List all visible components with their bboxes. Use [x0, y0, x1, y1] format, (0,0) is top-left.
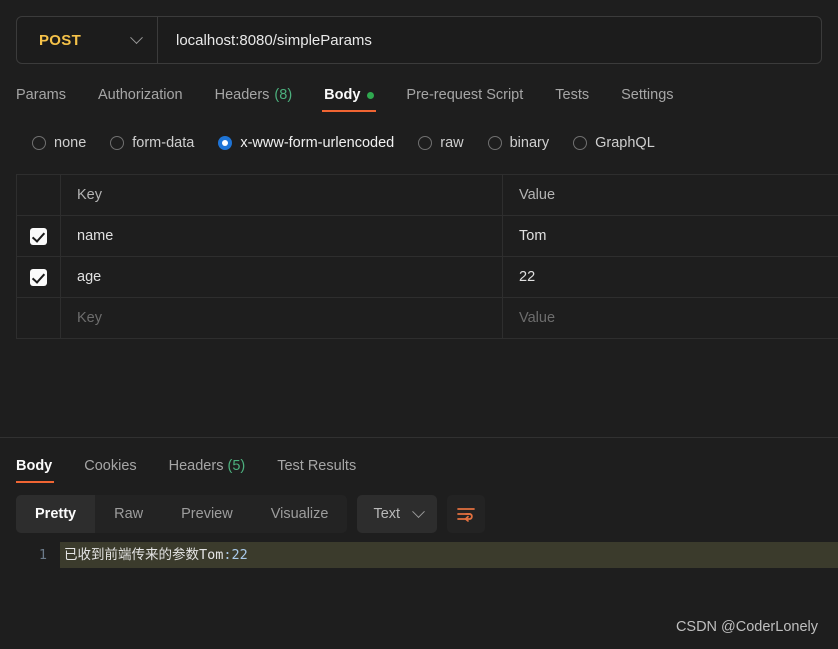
response-body-line[interactable]: 已收到前端传来的参数Tom:22	[60, 542, 838, 568]
response-text-number: 22	[231, 547, 248, 563]
table-header-checkbox-cell	[17, 175, 61, 215]
body-type-x-www-form-urlencoded[interactable]: x-www-form-urlencoded	[218, 135, 394, 151]
radio-icon	[110, 136, 125, 150]
tab-pre-request-script[interactable]: Pre-request Script	[390, 87, 539, 112]
response-format-label: Text	[373, 506, 401, 522]
tab-params[interactable]: Params	[16, 87, 82, 112]
row-checkbox-cell[interactable]	[17, 216, 61, 256]
body-type-radio-group: none form-data x-www-form-urlencoded raw…	[0, 130, 838, 156]
body-type-graphql[interactable]: GraphQL	[573, 135, 655, 151]
body-modified-dot-icon	[367, 91, 375, 99]
tab-tests[interactable]: Tests	[539, 87, 605, 112]
row-key-input[interactable]: name	[61, 216, 503, 256]
body-type-graphql-label: GraphQL	[595, 135, 655, 151]
body-type-binary-label: binary	[509, 135, 550, 151]
tab-tests-label: Tests	[555, 87, 590, 103]
body-type-x-www-form-urlencoded-label: x-www-form-urlencoded	[240, 135, 395, 151]
radio-icon	[418, 136, 433, 150]
chevron-down-icon	[412, 504, 425, 518]
table-row: age 22	[17, 257, 838, 298]
response-view-mode-group: Pretty Raw Preview Visualize	[16, 495, 348, 533]
row-key-input[interactable]: age	[61, 257, 503, 297]
response-tab-headers-count: (5)	[227, 458, 246, 474]
url-input[interactable]: localhost:8080/simpleParams	[158, 17, 821, 63]
tab-headers[interactable]: Headers (8)	[199, 87, 309, 112]
response-body-code: 1 已收到前端传来的参数Tom:22	[0, 542, 838, 568]
new-value-input[interactable]: Value	[503, 298, 838, 338]
response-tab-body[interactable]: Body	[16, 458, 68, 483]
tab-settings-label: Settings	[621, 87, 674, 103]
response-view-toolbar: Pretty Raw Preview Visualize Text	[0, 494, 838, 534]
line-number: 1	[38, 547, 47, 563]
table-header-row: Key Value	[17, 175, 838, 216]
row-value-input[interactable]: 22	[503, 257, 838, 297]
tab-body[interactable]: Body	[308, 87, 390, 112]
tab-headers-count: (8)	[274, 87, 293, 103]
response-divider	[0, 437, 838, 438]
wrap-lines-button[interactable]	[447, 495, 486, 533]
row-checkbox-cell[interactable]	[17, 257, 61, 297]
response-format-select[interactable]: Text	[357, 495, 438, 533]
radio-selected-icon	[218, 136, 233, 150]
radio-icon	[487, 136, 502, 150]
table-header-key: Key	[61, 175, 503, 215]
body-type-none-label: none	[54, 135, 87, 151]
chevron-down-icon	[130, 30, 143, 44]
tab-headers-label: Headers	[214, 87, 270, 103]
body-type-raw[interactable]: raw	[418, 135, 464, 151]
tab-params-label: Params	[16, 87, 66, 103]
request-url-bar: POST localhost:8080/simpleParams	[16, 16, 822, 64]
table-header-value: Value	[519, 187, 556, 203]
wrap-lines-icon	[457, 508, 475, 522]
table-row: name Tom	[17, 216, 838, 257]
view-mode-pretty[interactable]: Pretty	[16, 495, 96, 533]
response-tab-cookies[interactable]: Cookies	[68, 458, 152, 483]
response-tab-headers-label: Headers	[168, 458, 224, 474]
row-value-input[interactable]: Tom	[503, 216, 838, 256]
radio-icon	[32, 136, 46, 150]
watermark: CSDN @CoderLonely	[675, 619, 818, 635]
new-key-input[interactable]: Key	[61, 298, 503, 338]
table-row-empty: Key Value	[17, 298, 838, 339]
request-tab-bar: Params Authorization Headers (8) Body Pr…	[0, 78, 838, 112]
tab-authorization[interactable]: Authorization	[82, 87, 199, 112]
http-method-label: POST	[39, 31, 82, 49]
body-type-binary[interactable]: binary	[487, 135, 550, 151]
tab-pre-request-script-label: Pre-request Script	[406, 87, 524, 103]
body-type-form-data[interactable]: form-data	[110, 135, 194, 151]
checkbox-checked-icon[interactable]	[30, 227, 47, 245]
tab-authorization-label: Authorization	[97, 87, 183, 103]
response-tab-headers[interactable]: Headers (5)	[153, 458, 262, 483]
row-checkbox-cell-empty[interactable]	[17, 298, 61, 338]
radio-icon	[573, 136, 588, 150]
response-tab-test-results-label: Test Results	[277, 458, 357, 474]
response-tab-cookies-label: Cookies	[84, 458, 137, 474]
response-text-name: Tom	[199, 547, 224, 563]
view-mode-raw[interactable]: Raw	[95, 495, 162, 533]
response-tab-test-results[interactable]: Test Results	[261, 458, 372, 483]
response-tab-body-label: Body	[16, 458, 53, 474]
body-type-form-data-label: form-data	[132, 135, 195, 151]
response-text-cn: 已收到前端传来的参数	[64, 547, 199, 563]
body-type-none[interactable]: none	[32, 135, 86, 151]
body-params-table: Key Value name Tom age 22 Key Value	[16, 174, 838, 339]
tab-body-label: Body	[324, 87, 361, 103]
http-method-selector[interactable]: POST	[17, 17, 158, 63]
view-mode-visualize[interactable]: Visualize	[252, 495, 348, 533]
checkbox-checked-icon[interactable]	[30, 268, 47, 286]
response-tab-bar: Body Cookies Headers (5) Test Results	[0, 449, 838, 483]
tab-settings[interactable]: Settings	[605, 87, 689, 112]
response-text-separator: :	[223, 547, 232, 563]
body-type-raw-label: raw	[440, 135, 464, 151]
view-mode-preview[interactable]: Preview	[162, 495, 252, 533]
